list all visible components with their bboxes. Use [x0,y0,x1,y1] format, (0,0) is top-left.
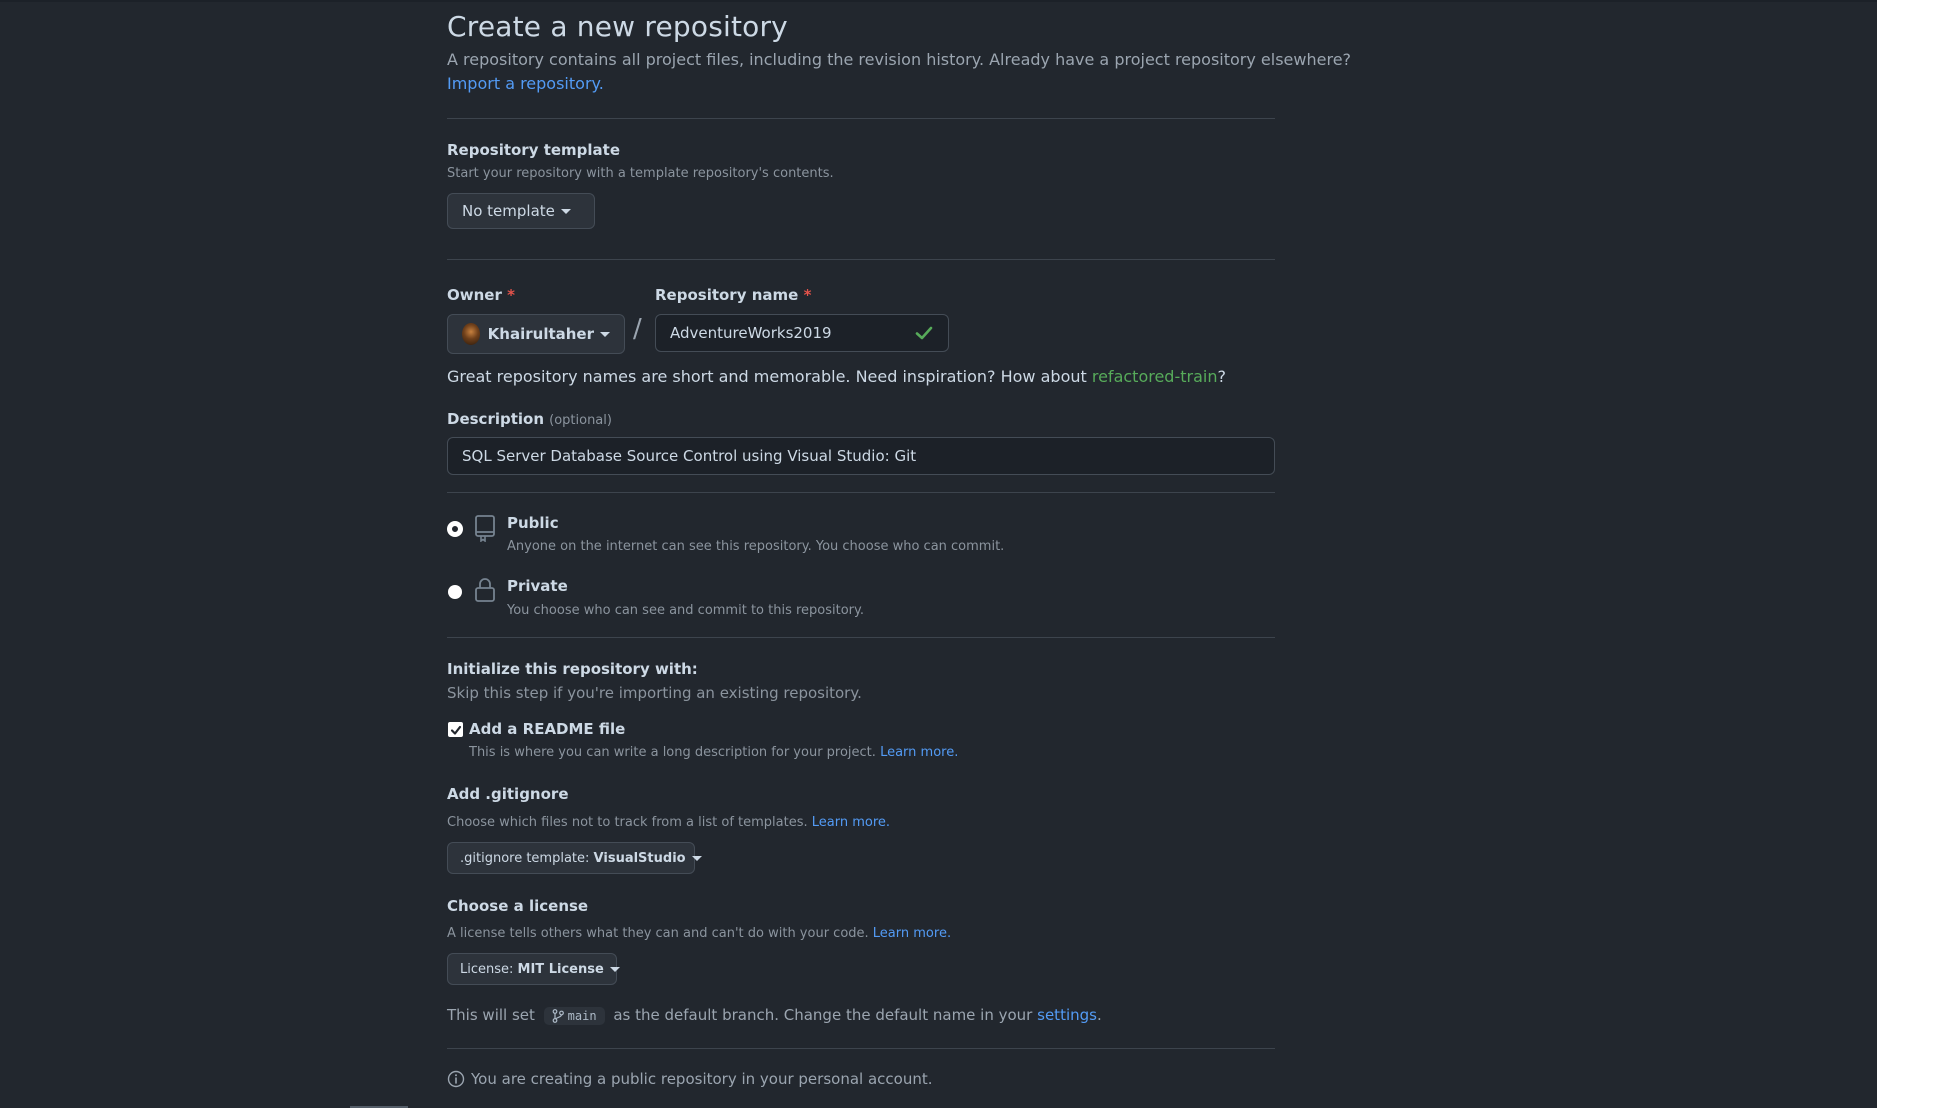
branch-name: main [567,1008,597,1023]
license-value: MIT License [517,961,604,977]
divider [447,259,1275,260]
repo-name-value: AdventureWorks2019 [670,324,832,342]
chevron-down-icon [609,966,620,972]
divider [447,492,1275,493]
owner-label: Owner * [447,286,515,304]
branch-pill: main [543,1006,605,1025]
suggestion-text: Great repository names are short and mem… [447,367,1087,386]
readme-learn-more-link[interactable]: Learn more. [880,745,958,760]
owner-label-text: Owner [447,286,502,304]
avatar [462,323,480,345]
divider [447,1048,1275,1049]
readme-checkbox[interactable] [448,722,463,737]
checkmark-icon [450,725,461,735]
license-hint: A license tells others what they can and… [447,926,951,941]
suggestion-suffix: ? [1217,367,1226,386]
init-heading: Initialize this repository with: [447,660,698,678]
license-dropdown[interactable]: License: MIT License [447,953,620,985]
check-icon [915,326,933,340]
branch-prefix: This will set [447,1006,535,1024]
description-value: SQL Server Database Source Control using… [462,447,917,465]
gitignore-label: Add .gitignore [447,785,569,803]
private-hint: You choose who can see and commit to thi… [507,603,864,618]
info-icon [447,1070,465,1088]
repo-name-input[interactable]: AdventureWorks2019 [655,314,949,352]
public-notice: You are creating a public repository in … [447,1070,932,1088]
divider [447,637,1275,638]
required-mark: * [507,286,515,304]
settings-link[interactable]: settings [1037,1006,1097,1024]
readme-hint: This is where you can write a long descr… [469,745,958,760]
gitignore-dropdown[interactable]: .gitignore template: VisualStudio [447,842,702,874]
divider [447,118,1275,119]
gitignore-value: VisualStudio [593,850,686,866]
license-label: Choose a license [447,897,589,915]
top-border [0,0,1877,2]
template-label: Repository template [447,141,621,159]
lock-icon [475,578,495,602]
gitignore-learn-more-link[interactable]: Learn more. [812,815,890,830]
template-dropdown-label: No template [462,202,555,220]
page-title: Create a new repository [447,10,788,43]
license-prefix: License: [460,961,514,977]
owner-dropdown[interactable]: Khairultaher [447,314,625,354]
page-background [0,0,1877,1108]
default-branch-note: This will set main as the default branch… [447,1006,1102,1025]
template-dropdown[interactable]: No template [447,193,595,229]
public-radio[interactable] [448,522,462,536]
gitignore-prefix: .gitignore template: [460,850,590,866]
description-input[interactable]: SQL Server Database Source Control using… [447,437,1275,475]
required-mark: * [803,286,812,304]
notice-text: You are creating a public repository in … [471,1070,933,1088]
owner-value: Khairultaher [487,325,594,343]
page-lead: A repository contains all project files,… [447,50,1352,69]
readme-hint-text: This is where you can write a long descr… [469,745,876,760]
branch-middle-text: as the default branch. Change the defaul… [613,1006,1033,1024]
init-hint: Skip this step if you're importing an ex… [447,684,862,702]
branch-suffix: . [1096,1006,1102,1024]
public-label: Public [507,514,559,532]
readme-label: Add a README file [469,720,626,738]
chevron-down-icon [691,855,702,861]
gitignore-hint-text: Choose which files not to track from a l… [447,815,808,830]
gitignore-hint: Choose which files not to track from a l… [447,815,890,830]
license-hint-text: A license tells others what they can and… [447,926,869,941]
name-suggestion: Great repository names are short and mem… [447,367,1226,386]
template-hint: Start your repository with a template re… [447,166,834,181]
private-radio[interactable] [448,585,462,599]
public-hint: Anyone on the internet can see this repo… [507,539,1005,554]
description-label: Description (optional) [447,409,612,428]
repo-name-label-text: Repository name [655,286,799,304]
private-label: Private [507,577,568,595]
repo-name-label: Repository name * [655,286,811,304]
git-branch-icon [552,1008,564,1023]
chevron-down-icon [560,208,571,214]
import-repository-link[interactable]: Import a repository. [447,74,604,93]
license-learn-more-link[interactable]: Learn more. [873,926,951,941]
optional-hint: (optional) [549,413,612,428]
owner-repo-separator: / [633,314,642,344]
description-label-text: Description [447,410,545,428]
suggested-name-link[interactable]: refactored-train [1092,367,1218,386]
chevron-down-icon [600,331,610,337]
repo-icon [475,515,495,542]
